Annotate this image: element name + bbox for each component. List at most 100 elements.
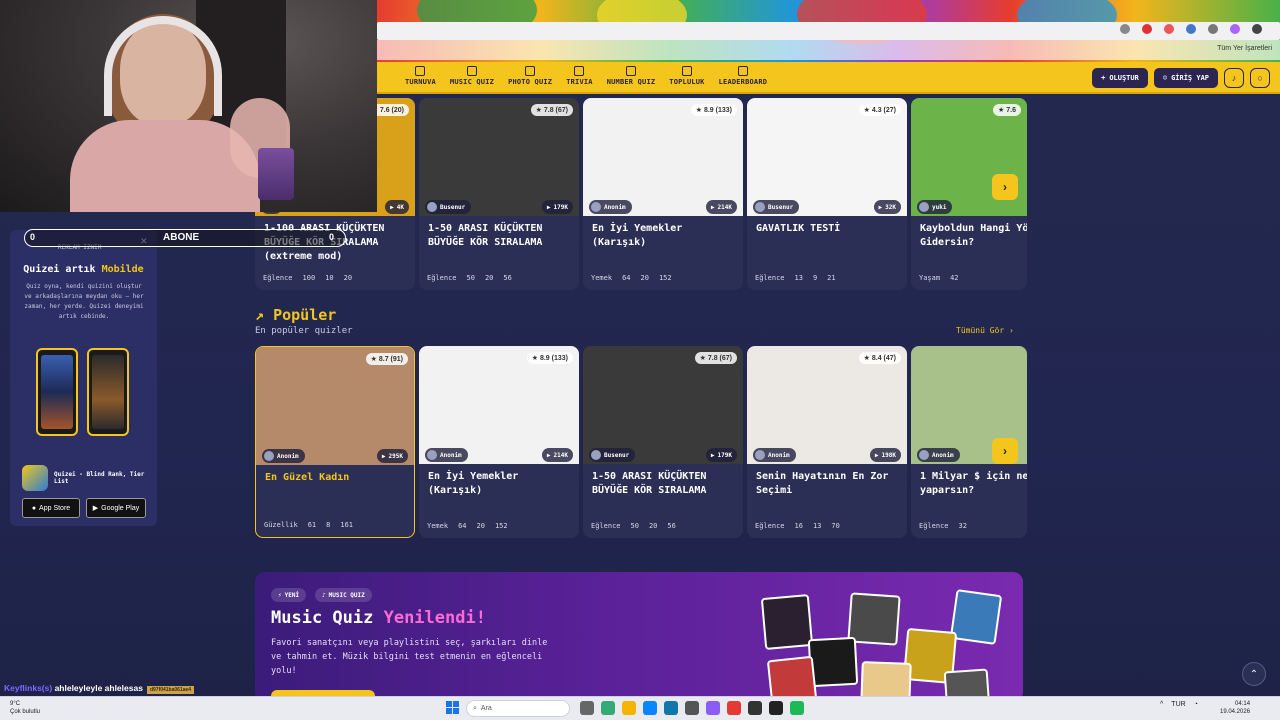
author-badge[interactable]: Anonim (753, 448, 796, 462)
extension-icon[interactable] (1164, 24, 1174, 34)
author-badge[interactable]: Anonim (425, 448, 468, 462)
category-label: Eğlence (591, 522, 621, 530)
comment-count: 10 (325, 274, 334, 282)
quiz-title[interactable]: Senin Hayatının En Zor Seçimi (756, 470, 902, 498)
question-count: 61 (307, 521, 317, 529)
app-icon[interactable] (748, 701, 762, 715)
play-icon: ▶ (546, 451, 551, 459)
avatar (919, 202, 929, 212)
play-icon: ▶ (874, 451, 879, 459)
quiz-card[interactable]: ★ 8.7 (91) Anonim ▶ 295K En Güzel Kadın Güzel… (255, 346, 415, 538)
quiz-meta: Eğlence 50 20 56 (591, 522, 676, 530)
author-badge[interactable]: Anonim (917, 448, 960, 462)
quiz-title[interactable]: 1 Milyar $ için ne yaparsın? (920, 470, 1027, 498)
app-icon[interactable] (664, 701, 678, 715)
quiz-title[interactable]: En İyi Yemekler (Karışık) (592, 222, 738, 250)
plus-icon: + (1101, 74, 1106, 82)
taskbar-search[interactable]: ⌕ Ara (466, 700, 570, 717)
app-icon[interactable] (769, 701, 783, 715)
extension-icon[interactable] (1230, 24, 1240, 34)
start-button[interactable] (446, 701, 460, 715)
music-quiz-banner[interactable]: ⚡ YENİ ♪ MUSIC QUIZ Music Quiz Yenilendi! … (255, 572, 1023, 702)
search-button[interactable]: ○ (1250, 68, 1270, 88)
phone-mockup (87, 348, 129, 436)
app-icon[interactable] (622, 701, 636, 715)
app-icon[interactable] (727, 701, 741, 715)
extension-icon[interactable] (1186, 24, 1196, 34)
system-tray: ^ TUR ◔ (1160, 701, 1198, 708)
rating-badge: ★ 8.9 (133) (526, 352, 573, 364)
extension-icon[interactable] (1208, 24, 1218, 34)
nav-music-quiz[interactable]: MUSIC QUIZ (450, 66, 494, 86)
category-label: Yemek (427, 522, 449, 530)
app-icon[interactable] (580, 701, 594, 715)
quiz-title[interactable]: 1-50 ARASI KÜÇÜKTEN BÜYÜĞE KÖR SIRALAMA (428, 222, 574, 250)
app-icon[interactable] (706, 701, 720, 715)
browser-extension-icons (1120, 24, 1262, 34)
question-count: 42 (950, 274, 959, 282)
quiz-card[interactable]: ★ 7.8 (67) Busenur ▶ 179K 1-50 ARASI KÜÇÜKTE… (419, 98, 579, 290)
webcam-overlay (0, 0, 377, 212)
quiz-card[interactable]: ★ 8.9 (133) Anonim ▶ 214K En İyi Yemekler (K… (583, 98, 743, 290)
scroll-to-top-button[interactable]: ⌃ (1242, 662, 1266, 686)
carousel-next-button[interactable]: › (992, 438, 1018, 464)
app-icon[interactable] (685, 701, 699, 715)
quiz-title[interactable]: En İyi Yemekler (Karışık) (428, 470, 574, 498)
login-button[interactable]: ☺ GİRİŞ YAP (1153, 68, 1218, 88)
author-badge[interactable]: yuki (917, 200, 953, 214)
artist-photo (847, 592, 901, 646)
banner-title: Music Quiz Yenilendi! (271, 608, 486, 628)
app-icon[interactable] (790, 701, 804, 715)
carousel-next-button[interactable]: › (992, 174, 1018, 200)
app-store-button[interactable]: ● App Store (22, 498, 80, 518)
nav-photo-quiz[interactable]: PHOTO QUIZ (508, 66, 552, 86)
chevron-up-icon[interactable]: ^ (1160, 701, 1163, 708)
wifi-icon[interactable]: ◔ (1194, 701, 1198, 708)
app-info: Quizei - Blind Rank, Tier List (22, 465, 152, 491)
author-badge[interactable]: Busenur (425, 200, 472, 214)
quiz-title[interactable]: Kayboldun Hangi Yöne Gidersin? (920, 222, 1027, 250)
nav-leaderboard[interactable]: LEADERBOARD (719, 66, 768, 86)
author-badge[interactable]: Anonim (589, 200, 632, 214)
quiz-title[interactable]: En Güzel Kadın (265, 471, 411, 485)
see-all-link[interactable]: Tümünü Gör › (956, 326, 1014, 335)
comment-count: 20 (648, 522, 658, 530)
weather-widget[interactable]: 9°C Çok bulutlu (10, 700, 40, 716)
quiz-card[interactable]: ★ 8.9 (133) Anonim ▶ 214K En İyi Yemekler (K… (419, 346, 579, 538)
nav-tournament[interactable]: TURNUVA (405, 66, 436, 86)
quiz-meta: Eğlence 13 9 21 (755, 274, 836, 282)
language-indicator[interactable]: TUR (1171, 701, 1185, 708)
app-logo (22, 465, 48, 491)
author-badge[interactable]: Anonim (262, 449, 305, 463)
popular-title: ↗ Popüler (255, 306, 337, 324)
comment-count: 20 (484, 274, 494, 282)
category-label: Eğlence (755, 522, 785, 530)
promo-description: Quiz oyna, kendi quizini oluştur ve arka… (24, 283, 144, 320)
author-badge[interactable]: Busenur (589, 448, 636, 462)
profile-avatar[interactable] (1252, 24, 1262, 34)
app-icon[interactable] (601, 701, 615, 715)
phone-mockup (36, 348, 78, 436)
star-icon[interactable] (1120, 24, 1130, 34)
clock[interactable]: 04:14 19.04.2026 (1220, 700, 1250, 716)
google-play-button[interactable]: ▶ Google Play (86, 498, 146, 518)
rating-badge: ★ 8.4 (47) (858, 352, 901, 364)
plays-badge: ▶ 295K (376, 449, 408, 463)
create-button[interactable]: + OLUŞTUR (1092, 68, 1148, 88)
author-badge[interactable]: Busenur (753, 200, 800, 214)
nav-number-quiz[interactable]: NUMBER QUIZ (607, 66, 656, 86)
like-count: 56 (503, 274, 512, 282)
extension-icon[interactable] (1142, 24, 1152, 34)
all-bookmarks-link[interactable]: Tüm Yer İşaretleri (1217, 45, 1272, 52)
nav-trivia[interactable]: TRIVIA (566, 66, 593, 86)
quiz-title[interactable]: GAVATLIK TESTİ (756, 222, 902, 236)
quiz-title[interactable]: 1-50 ARASI KÜÇÜKTEN BÜYÜĞE KÖR SIRALAMA (592, 470, 738, 498)
quiz-card[interactable]: ★ 7.8 (67) Busenur ▶ 179K 1-50 ARASI KÜÇÜKTE… (583, 346, 743, 538)
quiz-meta: Yaşam 42 (919, 274, 979, 282)
play-icon: ▶ (381, 452, 386, 460)
quiz-card[interactable]: ★ 8.4 (47) Anonim ▶ 198K Senin Hayatının En … (747, 346, 907, 538)
notification-button[interactable]: ♪ (1224, 68, 1244, 88)
quiz-card[interactable]: ★ 4.3 (27) Busenur ▶ 32K GAVATLIK TESTİ Eğlen… (747, 98, 907, 290)
nav-community[interactable]: TOPLULUK (669, 66, 704, 86)
app-icon[interactable] (643, 701, 657, 715)
